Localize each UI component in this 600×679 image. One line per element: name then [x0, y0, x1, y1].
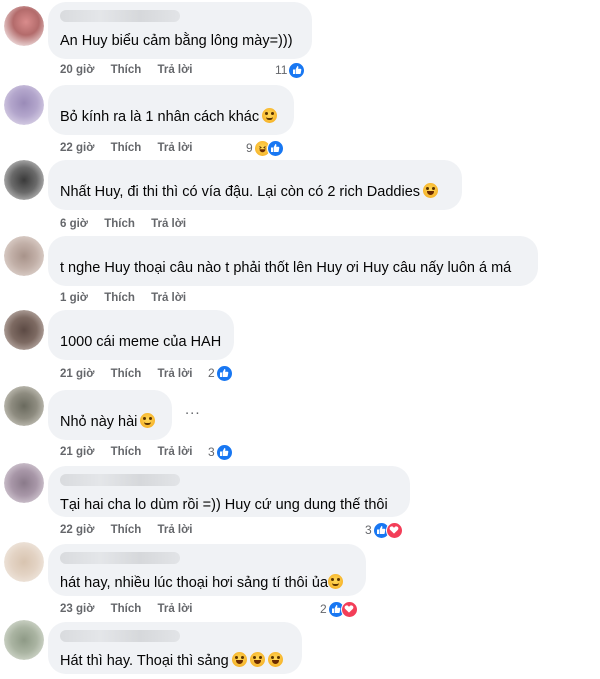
avatar[interactable] — [4, 463, 44, 503]
comment-text-content: Hát thì hay. Thoại thì sảng — [60, 653, 229, 669]
comment-bubble: hát hay, nhiều lúc thoại hơi sảng tí thô… — [48, 544, 366, 596]
reaction-summary[interactable]: 3 — [208, 443, 233, 461]
comment-bubble: Tại hai cha lo dùm rồi =)) Huy cứ ung du… — [48, 466, 410, 517]
like-icon — [215, 443, 233, 461]
grin-sweat-emoji — [328, 574, 344, 589]
comment-bubble: An Huy biểu cảm bằng lông mày=))) — [48, 2, 312, 59]
like-button[interactable]: Thích — [104, 218, 135, 230]
comment-text-content: Nhỏ này hài — [60, 414, 138, 430]
avatar[interactable] — [4, 310, 44, 350]
reaction-count: 11 — [275, 63, 288, 77]
reply-button[interactable]: Trả lời — [157, 368, 192, 380]
like-button[interactable]: Thích — [104, 292, 135, 304]
reaction-summary[interactable]: 2 — [320, 600, 358, 618]
comment-actions: 22 giờ Thích Trả lời — [60, 140, 206, 156]
like-icon — [215, 364, 233, 382]
like-icon — [266, 139, 284, 157]
comment-text-content: hát hay, nhiều lúc thoại hơi sảng tí thô… — [60, 575, 329, 591]
avatar[interactable] — [4, 386, 44, 426]
like-button[interactable]: Thích — [111, 446, 142, 458]
reply-button[interactable]: Trả lời — [157, 446, 192, 458]
rolling-eyes-emoji — [262, 108, 278, 123]
reaction-count: 9 — [246, 141, 253, 155]
comment-bubble: Nhất Huy, đi thi thì có vía đậu. Lại còn… — [48, 160, 462, 210]
comment-text: Nhất Huy, đi thi thì có vía đậu. Lại còn… — [60, 183, 450, 202]
avatar[interactable] — [4, 160, 44, 200]
avatar[interactable] — [4, 85, 44, 125]
comment-actions: 21 giờ Thích Trả lời — [60, 444, 206, 460]
more-options-icon[interactable]: ... — [185, 401, 201, 418]
like-button[interactable]: Thích — [111, 368, 142, 380]
author-name-redacted[interactable] — [60, 474, 180, 486]
rofl-emoji — [231, 652, 247, 667]
comment-actions: 20 giờ Thích Trả lời — [60, 62, 206, 78]
author-name-redacted[interactable] — [60, 630, 180, 642]
comment-actions: 6 giờ Thích Trả lời — [60, 216, 199, 232]
smirk-emoji — [140, 413, 156, 428]
comment-bubble: 1000 cái meme của HAH — [48, 310, 234, 360]
reaction-summary[interactable]: 3 — [365, 521, 403, 539]
like-button[interactable]: Thích — [111, 64, 142, 76]
avatar[interactable] — [4, 542, 44, 582]
like-button[interactable]: Thích — [111, 524, 142, 536]
comment-time[interactable]: 22 giờ — [60, 524, 94, 536]
comment-time[interactable]: 21 giờ — [60, 446, 94, 458]
love-icon — [340, 600, 358, 618]
author-name-redacted[interactable] — [60, 10, 180, 22]
comment-text: An Huy biểu cảm bằng lông mày=))) — [60, 33, 293, 49]
comment-text: Hát thì hay. Thoại thì sảng — [60, 652, 290, 671]
comment-time[interactable]: 6 giờ — [60, 218, 88, 230]
comment-actions: 21 giờ Thích Trả lời — [60, 366, 206, 382]
avatar[interactable] — [4, 6, 44, 46]
reply-button[interactable]: Trả lời — [157, 524, 192, 536]
comment-time[interactable]: 1 giờ — [60, 292, 88, 304]
like-button[interactable]: Thích — [111, 142, 142, 154]
like-icon — [288, 61, 306, 79]
author-name-redacted[interactable] — [60, 552, 180, 564]
reaction-count: 2 — [208, 366, 215, 380]
avatar[interactable] — [4, 620, 44, 660]
reaction-count: 2 — [320, 602, 327, 616]
comment-text: hát hay, nhiều lúc thoại hơi sảng tí thô… — [60, 574, 354, 593]
reaction-count: 3 — [208, 445, 215, 459]
comment-text: 1000 cái meme của HAH — [60, 334, 222, 350]
rofl-emoji — [249, 652, 265, 667]
comment-time[interactable]: 22 giờ — [60, 142, 94, 154]
reaction-summary[interactable]: 9 — [246, 139, 284, 157]
comment-time[interactable]: 21 giờ — [60, 368, 94, 380]
rofl-emoji — [423, 183, 439, 198]
reply-button[interactable]: Trả lời — [151, 292, 186, 304]
comment-bubble: Nhỏ này hài — [48, 390, 172, 440]
rofl-emoji — [267, 652, 283, 667]
comment-text-content: Nhất Huy, đi thi thì có vía đậu. Lại còn… — [60, 184, 421, 200]
comment-text-content: Bỏ kính ra là 1 nhân cách khác — [60, 109, 260, 125]
comment-actions: 1 giờ Thích Trả lời — [60, 290, 199, 306]
comment-text: Nhỏ này hài — [60, 413, 160, 432]
reaction-count: 3 — [365, 523, 372, 537]
reaction-summary[interactable]: 11 — [275, 61, 306, 79]
comment-actions: 23 giờ Thích Trả lời — [60, 601, 206, 617]
comment-time[interactable]: 20 giờ — [60, 64, 94, 76]
comment-bubble: t nghe Huy thoại câu nào t phải thốt lên… — [48, 236, 538, 286]
like-button[interactable]: Thích — [111, 603, 142, 615]
avatar[interactable] — [4, 236, 44, 276]
comment-time[interactable]: 23 giờ — [60, 603, 94, 615]
love-icon — [385, 521, 403, 539]
comment-actions: 22 giờ Thích Trả lời — [60, 522, 206, 538]
comment-bubble: Bỏ kính ra là 1 nhân cách khác — [48, 85, 294, 135]
reply-button[interactable]: Trả lời — [151, 218, 186, 230]
comment-text: Bỏ kính ra là 1 nhân cách khác — [60, 108, 282, 127]
reply-button[interactable]: Trả lời — [157, 64, 192, 76]
comment-text: t nghe Huy thoại câu nào t phải thốt lên… — [60, 260, 512, 276]
reply-button[interactable]: Trả lời — [157, 603, 192, 615]
reaction-summary[interactable]: 2 — [208, 364, 233, 382]
reply-button[interactable]: Trả lời — [157, 142, 192, 154]
comment-bubble: Hát thì hay. Thoại thì sảng — [48, 622, 302, 674]
comment-text: Tại hai cha lo dùm rồi =)) Huy cứ ung du… — [60, 497, 388, 513]
